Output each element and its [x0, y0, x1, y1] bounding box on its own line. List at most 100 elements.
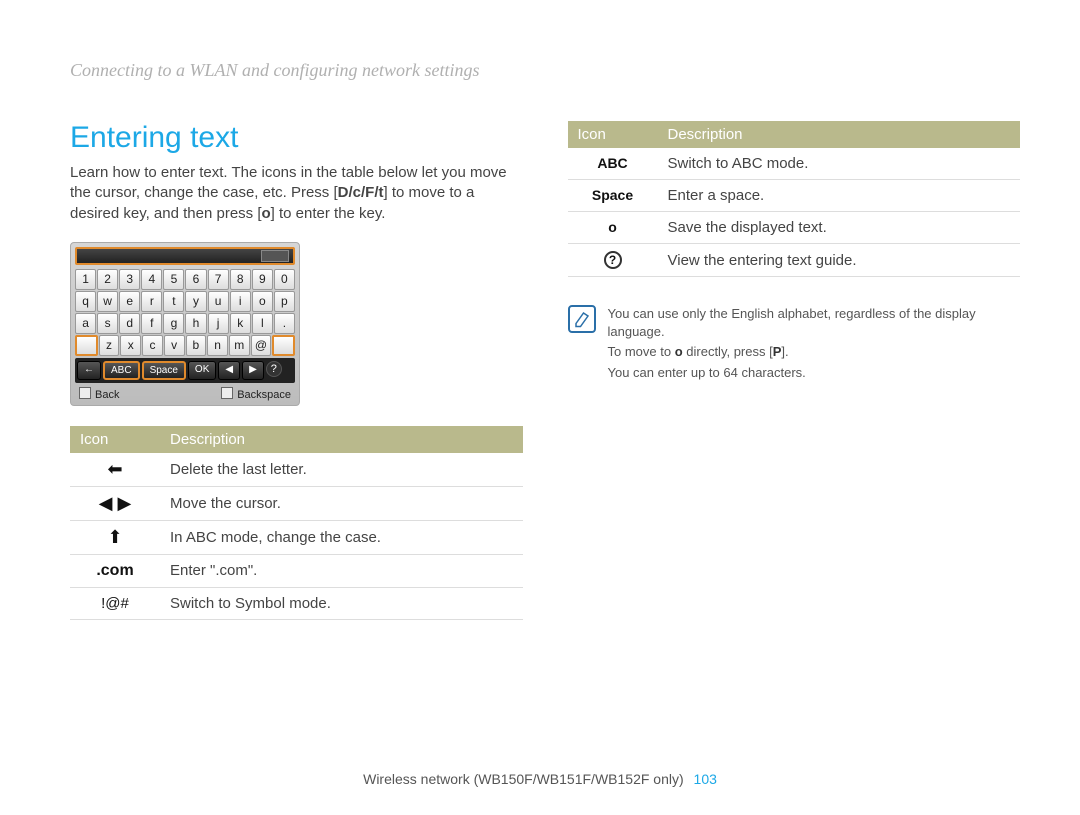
icon-label: Space: [592, 187, 633, 203]
arrow-left-thick-icon: ⬅: [107, 459, 122, 479]
table-row: !@#Switch to Symbol mode.: [70, 587, 523, 619]
icon-cell: ?: [568, 244, 658, 277]
note-line: You can use only the English alphabet, r…: [608, 305, 1021, 341]
table-row: ◀ ▶Move the cursor.: [70, 486, 523, 520]
table-row: ⬆ In ABC mode, change the case.: [70, 520, 523, 554]
keyboard-key: x: [120, 335, 141, 356]
icon-label: ABC: [597, 155, 627, 171]
keyboard-key: 3: [119, 269, 140, 290]
keyboard-input-bar: [75, 247, 295, 265]
keyboard-key: v: [164, 335, 185, 356]
keyboard-key: d: [119, 313, 140, 334]
note-line: You can enter up to 64 characters.: [608, 364, 1021, 382]
left-column: Entering text Learn how to enter text. T…: [70, 121, 523, 620]
right-column: Icon Description ABCSwitch to ABC mode.S…: [568, 121, 1021, 620]
keyboard-key: h: [185, 313, 206, 334]
question-mark-icon: ?: [604, 251, 622, 269]
keyboard-key: [75, 335, 98, 356]
keyboard-key: e: [119, 291, 140, 312]
keyboard-key: @: [251, 335, 272, 356]
keyboard-pill: ←: [77, 361, 101, 380]
keyboard-key: l: [252, 313, 273, 334]
keyboard-key: .: [274, 313, 295, 334]
icon-cell: ABC: [568, 148, 658, 180]
keyboard-key: s: [97, 313, 118, 334]
keyboard-key: t: [163, 291, 184, 312]
icon-cell: .com: [70, 554, 160, 587]
keyboard-key: a: [75, 313, 96, 334]
breadcrumb: Connecting to a WLAN and configuring net…: [70, 60, 1020, 81]
keyboard-key: b: [186, 335, 207, 356]
keyboard-pill: OK: [188, 361, 216, 380]
icon-cell: ⬆: [70, 520, 160, 554]
description-cell: Enter ".com".: [160, 554, 523, 587]
intro-keys: D/c/F/t: [338, 184, 384, 201]
note-line: To move to o directly, press [P].: [608, 343, 1021, 361]
keyboard-key: k: [230, 313, 251, 334]
keyboard-key: i: [230, 291, 251, 312]
table-row: ? View the entering text guide.: [568, 244, 1021, 277]
icon-label: o: [608, 219, 617, 235]
keyboard-key: w: [97, 291, 118, 312]
description-cell: Switch to ABC mode.: [658, 148, 1021, 180]
icon-table-right: Icon Description ABCSwitch to ABC mode.S…: [568, 121, 1021, 277]
note-box: You can use only the English alphabet, r…: [568, 305, 1021, 384]
description-cell: In ABC mode, change the case.: [160, 520, 523, 554]
icon-label: !@#: [101, 595, 129, 612]
intro-text-3: ] to enter the key.: [271, 205, 386, 222]
description-cell: Delete the last letter.: [160, 453, 523, 487]
keyboard-key: y: [185, 291, 206, 312]
intro-paragraph: Learn how to enter text. The icons in th…: [70, 163, 523, 224]
icon-label: .com: [96, 562, 133, 579]
keyboard-key: z: [99, 335, 120, 356]
description-cell: View the entering text guide.: [658, 244, 1021, 277]
intro-okey: o: [262, 205, 271, 222]
keyboard-key: m: [229, 335, 250, 356]
keyboard-key: g: [163, 313, 184, 334]
keyboard-pill: ▶: [242, 361, 264, 380]
table-row: Space Enter a space.: [568, 180, 1021, 212]
table-header-icon: Icon: [70, 426, 160, 453]
keyboard-key: n: [207, 335, 228, 356]
note-key: o: [675, 344, 683, 359]
section-title: Entering text: [70, 121, 523, 155]
icon-cell: ⬅: [70, 453, 160, 487]
keyboard-key: 6: [185, 269, 206, 290]
icon-cell: !@#: [70, 587, 160, 619]
keyboard-key: p: [274, 291, 295, 312]
keyboard-key: 8: [230, 269, 251, 290]
keyboard-pill: ABC: [103, 361, 140, 380]
keyboard-key: 2: [97, 269, 118, 290]
table-header-desc: Description: [658, 121, 1021, 148]
keyboard-key: 1: [75, 269, 96, 290]
keyboard-bottom-row: ←ABCSpaceOK◀▶?: [75, 358, 295, 383]
table-row: ABC Switch to ABC mode.: [568, 148, 1021, 180]
note-icon: [568, 305, 596, 333]
keyboard-pill: ◀: [218, 361, 240, 380]
note-text: ].: [781, 344, 788, 359]
description-cell: Save the displayed text.: [658, 212, 1021, 244]
keyboard-key: f: [141, 313, 162, 334]
page-number: 103: [694, 771, 717, 787]
icon-cell: ◀ ▶: [70, 486, 160, 520]
arrows-lr-icon: ◀ ▶: [99, 493, 132, 513]
keyboard-pill: Space: [142, 361, 186, 380]
keyboard-back-label: Back: [79, 387, 119, 401]
table-header-icon: Icon: [568, 121, 658, 148]
keyboard-key: o: [252, 291, 273, 312]
keyboard-key: 9: [252, 269, 273, 290]
keyboard-key: r: [141, 291, 162, 312]
keyboard-screenshot: 1234567890qwertyuiopasdfghjkl.zxcvbnm@ ←…: [70, 242, 300, 406]
description-cell: Enter a space.: [658, 180, 1021, 212]
table-header-desc: Description: [160, 426, 523, 453]
keyboard-key: [272, 335, 295, 356]
help-icon: ?: [266, 361, 282, 377]
page-footer: Wireless network (WB150F/WB151F/WB152F o…: [0, 771, 1080, 787]
arrow-up-thick-icon: ⬆: [107, 527, 122, 547]
table-row: .com Enter ".com".: [70, 554, 523, 587]
keyboard-key: 0: [274, 269, 295, 290]
table-row: o Save the displayed text.: [568, 212, 1021, 244]
keyboard-backspace-label: Backspace: [221, 387, 291, 401]
table-row: ⬅ Delete the last letter.: [70, 453, 523, 487]
keyboard-key: 4: [141, 269, 162, 290]
